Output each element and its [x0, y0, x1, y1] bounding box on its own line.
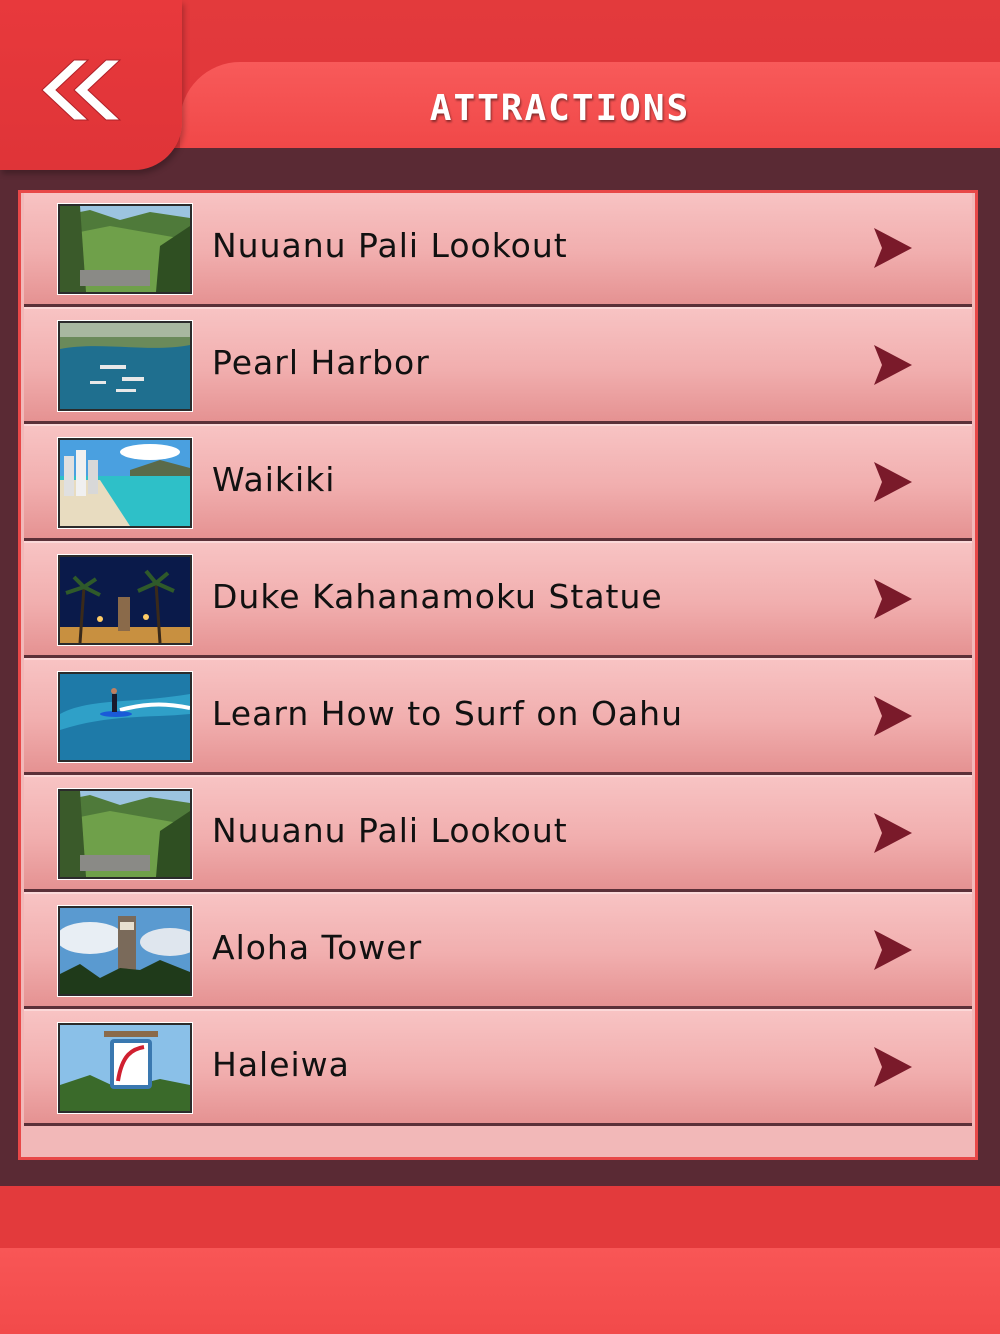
attractions-list: Nuuanu Pali Lookout Pearl Harbor Waikiki… [24, 193, 972, 1126]
thumbnail-image [57, 437, 193, 529]
chevron-right-icon [874, 1047, 912, 1087]
footer-bar-lower [0, 1248, 1000, 1334]
list-item[interactable]: Pearl Harbor [24, 307, 972, 424]
chevron-right-icon [874, 228, 912, 268]
thumbnail-image [57, 320, 193, 412]
footer-bar [0, 1186, 1000, 1248]
list-item-label: Nuuanu Pali Lookout [212, 226, 568, 265]
list-item-label: Haleiwa [212, 1045, 350, 1084]
thumbnail-image [57, 554, 193, 646]
attractions-list-frame: Nuuanu Pali Lookout Pearl Harbor Waikiki… [18, 190, 978, 1160]
list-item[interactable]: Learn How to Surf on Oahu [24, 658, 972, 775]
footer-divider [0, 1160, 1000, 1186]
list-item[interactable]: Aloha Tower [24, 892, 972, 1009]
list-item-label: Nuuanu Pali Lookout [212, 811, 568, 850]
thumbnail-image [57, 1022, 193, 1114]
chevron-right-icon [874, 696, 912, 736]
thumbnail-image [57, 671, 193, 763]
double-chevron-left-icon [41, 59, 122, 121]
thumbnail-image [57, 788, 193, 880]
page-title: ATTRACTIONS [429, 88, 691, 129]
list-item-label: Aloha Tower [212, 928, 423, 967]
list-item[interactable]: Duke Kahanamoku Statue [24, 541, 972, 658]
thumbnail-image [57, 203, 193, 295]
list-item-label: Duke Kahanamoku Statue [212, 577, 663, 616]
chevron-right-icon [874, 813, 912, 853]
thumbnail-image [57, 905, 193, 997]
chevron-right-icon [874, 579, 912, 619]
list-item-label: Waikiki [212, 460, 336, 499]
list-item[interactable]: Waikiki [24, 424, 972, 541]
back-tab [0, 0, 182, 170]
back-button[interactable] [30, 52, 130, 128]
list-item[interactable]: Nuuanu Pali Lookout [24, 193, 972, 307]
list-item-label: Learn How to Surf on Oahu [212, 694, 683, 733]
list-item[interactable]: Nuuanu Pali Lookout [24, 775, 972, 892]
list-item-label: Pearl Harbor [212, 343, 430, 382]
list-item[interactable]: Haleiwa [24, 1009, 972, 1126]
chevron-right-icon [874, 462, 912, 502]
chevron-right-icon [874, 345, 912, 385]
chevron-right-icon [874, 930, 912, 970]
